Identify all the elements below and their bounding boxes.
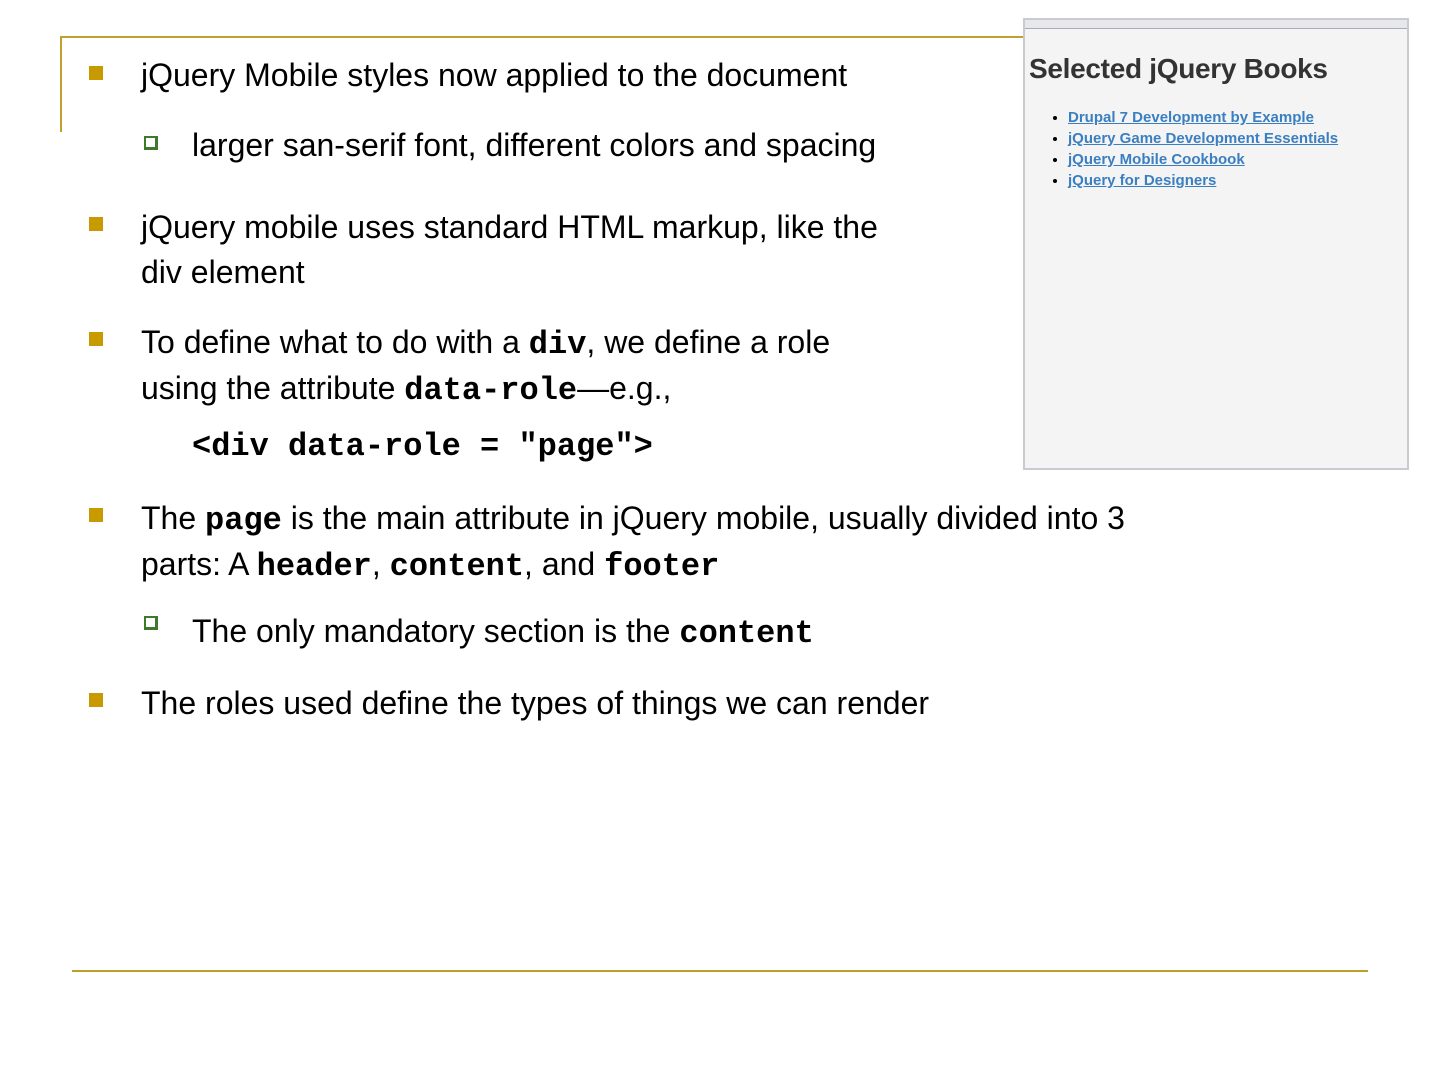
bullet-text: jQuery Mobile styles now applied to the … <box>141 57 848 93</box>
text: parts: A <box>141 546 257 582</box>
text: using the attribute <box>141 370 405 406</box>
list-item: jQuery Game Development Essentials <box>1068 128 1407 149</box>
code-text: page <box>205 502 282 539</box>
inset-title: Selected jQuery Books <box>1029 53 1328 84</box>
book-list: Drupal 7 Development by Example jQuery G… <box>1025 107 1407 191</box>
text: , and <box>524 546 605 582</box>
sub-bullet-icon <box>144 136 158 150</box>
list-item: jQuery for Designers <box>1068 170 1407 191</box>
list-item: jQuery Mobile Cookbook <box>1068 149 1407 170</box>
bullet-icon <box>89 66 103 80</box>
inset-toolbar <box>1025 20 1407 29</box>
bullet-icon <box>89 693 103 707</box>
browser-screenshot-inset: Selected jQuery Books Drupal 7 Developme… <box>1023 18 1409 470</box>
code-example: <div data-role = "page"> <box>192 421 653 470</box>
frame-top-rule <box>60 36 1030 38</box>
code-text: content <box>389 548 525 585</box>
book-link[interactable]: Drupal 7 Development by Example <box>1068 109 1314 126</box>
text: , we define a role <box>586 324 831 360</box>
bullet-text: div element <box>141 254 305 290</box>
text: is the main attribute in jQuery mobile, … <box>281 500 1125 536</box>
book-link[interactable]: jQuery for Designers <box>1068 172 1216 189</box>
text: The only mandatory section is the <box>192 613 680 649</box>
bullet-text: The page is the main attribute in jQuery… <box>141 495 1125 544</box>
bullet-text: parts: A header, content, and footer <box>141 541 719 590</box>
code-text: div <box>528 326 587 363</box>
sub-bullet-text: larger san-serif font, different colors … <box>192 127 877 163</box>
bullet-text: using the attribute data-role—e.g., <box>141 365 671 414</box>
text: To define what to do with a <box>141 324 529 360</box>
bottom-rule <box>72 970 1368 972</box>
bullet-text: To define what to do with a div, we defi… <box>141 319 830 368</box>
book-link[interactable]: jQuery Game Development Essentials <box>1068 130 1338 147</box>
code-text: footer <box>604 548 720 585</box>
text: —e.g., <box>577 370 672 406</box>
code-text: content <box>679 615 814 652</box>
book-link[interactable]: jQuery Mobile Cookbook <box>1068 151 1245 168</box>
bullet-text: jQuery mobile uses standard HTML markup,… <box>141 209 878 245</box>
code-text: data-role <box>404 372 578 409</box>
text: , <box>371 546 390 582</box>
bullet-icon <box>89 217 103 231</box>
bullet-icon <box>89 508 103 522</box>
bullet-text: The roles used define the types of thing… <box>141 685 930 721</box>
code-text: <div data-role = "page"> <box>192 428 653 465</box>
sub-bullet-text: The only mandatory section is the conten… <box>192 608 814 657</box>
bullet-icon <box>89 332 103 346</box>
frame-left-rule <box>60 36 62 132</box>
text: The <box>141 500 206 536</box>
list-item: Drupal 7 Development by Example <box>1068 107 1407 128</box>
sub-bullet-icon <box>144 616 158 630</box>
code-text: header <box>256 548 372 585</box>
